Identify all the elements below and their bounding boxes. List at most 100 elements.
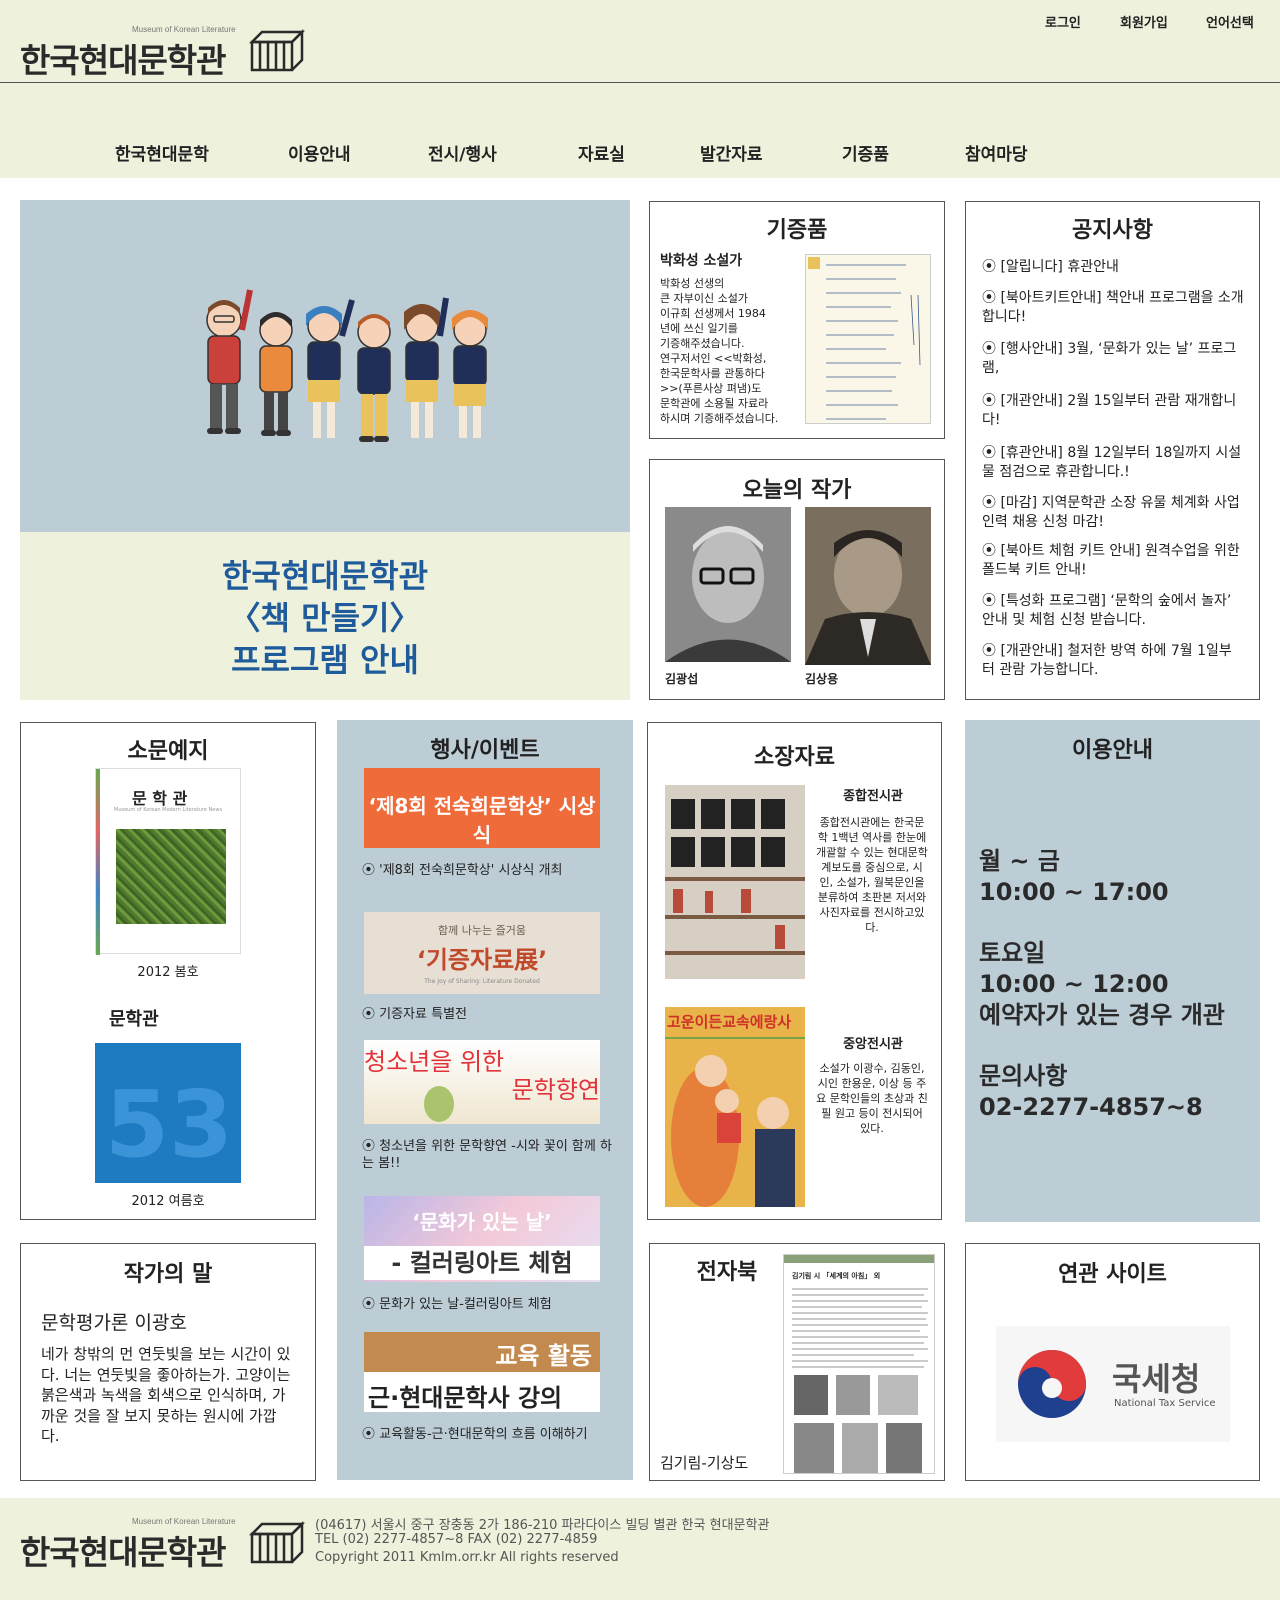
notice-item[interactable]: ⦿ [알립니다] 휴관안내: [982, 258, 1244, 277]
notice-item[interactable]: ⦿ [휴관안내] 8월 12일부터 18일까지 시설물 점검으로 휴관합니다.!: [982, 444, 1244, 482]
saturday-note: 예약자가 있는 경우 개관: [979, 1001, 1225, 1029]
newsletter-cover-summer[interactable]: 문학관 53: [95, 1001, 241, 1183]
nav-participation[interactable]: 참여마당: [965, 140, 1028, 165]
usage-title: 이용안내: [1072, 738, 1153, 763]
page-heading: 김기림 시 「세계의 아침」 외: [792, 1272, 881, 1280]
event-thumb-education[interactable]: 교육 활동 근·현대문학사 강의: [364, 1332, 600, 1412]
donation-body-line: 하시며 기증해주셨습니다.: [660, 412, 779, 425]
banner-line-1: 한국현대문학관: [221, 557, 429, 595]
vintage-poster-image[interactable]: 고운이든교속에랑사: [665, 1007, 805, 1207]
donation-description: 박화성 선생의 큰 자부이신 소설가 이규희 선생께서 1984 년에 쓰신 일기를 기…: [660, 276, 810, 426]
todays-author-title: 오늘의 작가: [742, 478, 852, 503]
event-thumb-coloring-art[interactable]: ‘문화가 있는 날’ - 컬러링아트 체험: [364, 1196, 600, 1282]
donation-heading[interactable]: 박화성 소설가: [660, 250, 742, 270]
author-words-title: 작가의 말: [123, 1262, 213, 1287]
cover-title: 문학관: [109, 1009, 159, 1030]
donation-panel: 기증품 박화성 소설가 박화성 선생의 큰 자부이신 소설가 이규희 선생께서 19…: [649, 201, 945, 439]
event-thumb-text: ‘제8회 전숙희문학상’ 시상식: [368, 794, 596, 847]
books-icon: [248, 28, 306, 72]
donation-body-line: 연구저서인 <<박화성,: [660, 352, 767, 365]
notice-item[interactable]: ⦿ [행사안내] 3월, ‘문화가 있는 날’ 프로그램,: [982, 340, 1244, 378]
weekday-label: 월 ~ 금: [979, 847, 1060, 875]
ebook-caption[interactable]: 김기림-기상도: [660, 1452, 748, 1473]
notice-item[interactable]: ⦿ [개관안내] 2월 15일부터 관람 재개합니다!: [982, 392, 1244, 430]
notices-title: 공지사항: [1072, 218, 1153, 243]
author-photo-kim-sangyong[interactable]: [805, 507, 931, 665]
grass-image: [116, 829, 226, 924]
newsletter-cover-spring[interactable]: 문 학 관 Museum of Korean Modern Literature…: [95, 768, 241, 955]
author-words-text: 네가 창밖의 먼 연둣빛을 보는 시간이 있다. 너는 연둣빛을 좋아하는가. …: [41, 1345, 291, 1445]
event-thumb-text-2: 근·현대문학사 강의: [368, 1384, 563, 1412]
notice-item[interactable]: ⦿ [개관안내] 철저한 방역 하에 7월 1일부터 관람 가능합니다.: [982, 642, 1244, 680]
nav-korean-literature[interactable]: 한국현대문학: [115, 140, 209, 165]
event-caption[interactable]: ⦿ 문화가 있는 날-컬러링아트 체험: [362, 1296, 612, 1313]
newsletter-title: 소문예지: [127, 739, 209, 764]
nav-archive[interactable]: 자료실: [578, 140, 625, 165]
event-thumb-text: ‘문화가 있는 날’: [412, 1210, 552, 1234]
nav-donations[interactable]: 기증품: [842, 140, 889, 165]
event-thumb-youth-festival[interactable]: 청소년을 위한 문학향연: [364, 1040, 600, 1124]
newsletter-panel: 소문예지 문 학 관 Museum of Korean Modern Liter…: [20, 722, 316, 1220]
author-name-2: 김상용: [805, 672, 839, 686]
nav-exhibitions[interactable]: 전시/행사: [428, 140, 497, 165]
event-thumb-award[interactable]: ‘제8회 전숙희문학상’ 시상식: [364, 768, 600, 848]
logo-subtitle: Museum of Korean Literature: [132, 25, 236, 34]
event-caption[interactable]: ⦿ 교육활동-근·현대문학의 흐름 이해하기: [362, 1426, 612, 1443]
event-thumb-text: 청소년을 위한: [364, 1048, 505, 1076]
event-thumb-top: 함께 나누는 즐거움: [438, 924, 526, 937]
cover-spine: [96, 769, 100, 955]
footer-copyright: Copyright 2011 Kmlm.orr.kr All rights re…: [315, 1550, 619, 1565]
event-thumb-donation-exhibit[interactable]: 함께 나누는 즐거움 ‘기증자료展’ The Joy of Sharing: L…: [364, 912, 600, 994]
notice-item[interactable]: ⦿ [특성화 프로그램] ‘문학의 숲에서 놀자’ 안내 및 체험 신청 받습니…: [982, 592, 1244, 630]
cover-caption-spring: 2012 봄호: [137, 965, 199, 980]
event-caption[interactable]: ⦿ 청소년을 위한 문학향연 -시와 꽃이 함께 하는 봄!!: [362, 1138, 612, 1172]
cover-issue-number: 53: [105, 1071, 234, 1178]
language-select[interactable]: 언어선택: [1206, 12, 1254, 31]
exhibition-hall-photo[interactable]: [665, 785, 805, 979]
diary-manuscript-image[interactable]: [805, 254, 931, 424]
footer-address: (04617) 서울시 중구 장충동 2가 186-210 파라다이스 빌딩 별…: [315, 1518, 770, 1533]
events-panel: 행사/이벤트 ‘제8회 전숙희문학상’ 시상식 ⦿ '제8회 전숙희문학상' 시…: [337, 720, 633, 1480]
logo-subtitle: Museum of Korean Literature: [132, 1517, 236, 1526]
notices-panel: 공지사항 ⦿ [알립니다] 휴관안내 ⦿ [북아트키트안내] 책안내 프로그램을…: [965, 201, 1260, 700]
gallery-wall-image: [665, 785, 805, 979]
author-photo-kim-gwangseop[interactable]: [665, 507, 791, 662]
manuscript-lines: [808, 257, 921, 420]
contact-label: 문의사항: [979, 1062, 1068, 1090]
portrait-icon: [665, 507, 791, 662]
students-cheering-illustration: [206, 289, 488, 442]
nav-publications[interactable]: 발간자료: [700, 140, 763, 165]
notice-item[interactable]: ⦿ [북아트키트안내] 책안내 프로그램을 소개합니다!: [982, 289, 1244, 327]
cover-title: 문 학 관: [132, 789, 188, 808]
donation-body-line: 박화성 선생의: [660, 277, 725, 290]
login-link[interactable]: 로그인: [1045, 12, 1081, 31]
donation-body-line: 년에 쓰신 일기를: [660, 322, 738, 335]
donation-body-line: 문학관에 소용될 자료라: [660, 397, 769, 410]
hall2-name[interactable]: 중앙전시관: [808, 1033, 938, 1052]
event-caption[interactable]: ⦿ '제8회 전숙희문학상' 시상식 개최: [362, 862, 612, 879]
collection-title: 소장자료: [754, 745, 835, 770]
cover-blue-block: 53: [95, 1043, 241, 1183]
author-words-author[interactable]: 문학평가론 이광호: [41, 1308, 187, 1335]
hall1-name[interactable]: 종합전시관: [808, 785, 938, 804]
main-banner[interactable]: 한국현대문학관 〈책 만들기〉 프로그램 안내: [20, 200, 630, 700]
ebook-panel: 전자북 김기림-기상도 김기림 시 「세계의 아침」 외: [649, 1243, 945, 1481]
poster-text: 고운이든교속에랑사: [667, 1013, 792, 1031]
event-thumb-text-2: 문학향연: [511, 1076, 600, 1104]
usage-panel: 이용안내 월 ~ 금 10:00 ~ 17:00 토요일 10:00 ~ 12:…: [965, 720, 1260, 1222]
contact-phone: 02-2277-4857~8: [979, 1093, 1203, 1121]
books-icon: [248, 1520, 306, 1564]
logo-text: 한국현대문학관: [20, 41, 227, 80]
notice-item[interactable]: ⦿ [북아트 체험 키트 안내] 원격수업을 위한 폴드북 키트 안내!: [982, 542, 1244, 580]
cover-subtitle: Museum of Korean Modern Literature News: [114, 807, 223, 813]
event-caption[interactable]: ⦿ 기증자료 특별전: [362, 1006, 612, 1023]
ebook-page-image[interactable]: 김기림 시 「세계의 아침」 외: [783, 1254, 935, 1474]
poster-figures: [665, 1037, 805, 1207]
author-words-panel: 작가의 말 문학평가론 이광호 네가 창밖의 먼 연둣빛을 보는 시간이 있다.…: [20, 1243, 316, 1481]
notice-item[interactable]: ⦿ [마감] 지역문학관 소장 유물 체계화 사업 인력 채용 신청 마감!: [982, 494, 1244, 532]
signup-link[interactable]: 회원가입: [1120, 12, 1168, 31]
nav-usage-guide[interactable]: 이용안내: [288, 140, 351, 165]
portrait-icon: [805, 507, 931, 665]
donation-body-line: 이규희 선생께서 1984: [660, 307, 766, 320]
nts-link[interactable]: 국세청 National Tax Service: [996, 1326, 1230, 1442]
